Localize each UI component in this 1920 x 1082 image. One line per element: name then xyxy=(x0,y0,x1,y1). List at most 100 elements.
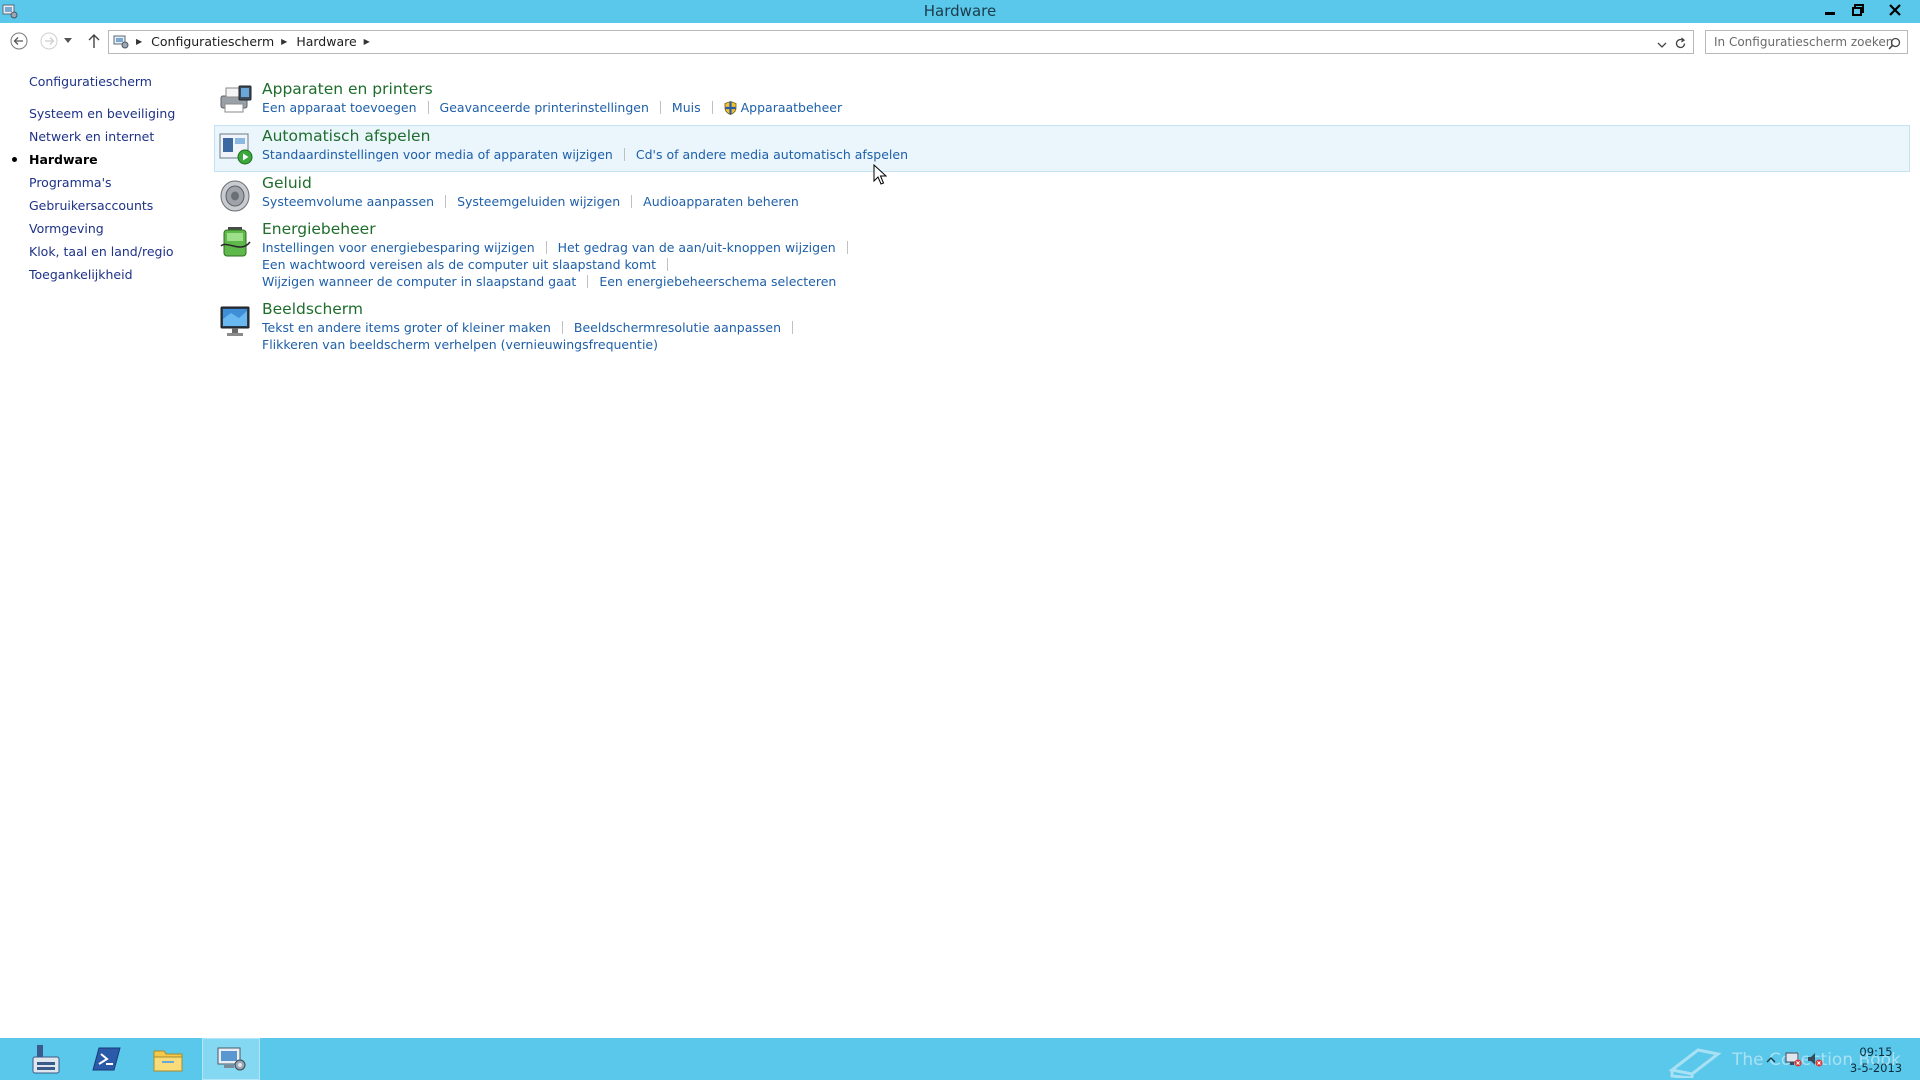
up-arrow-icon xyxy=(88,34,100,48)
category-links: Tekst en andere items groter of kleiner … xyxy=(262,320,804,335)
server-manager-icon xyxy=(32,1045,60,1074)
category-links: Flikkeren van beeldscherm verhelpen (ver… xyxy=(262,337,658,352)
link-manage-audio-devices[interactable]: Audioapparaten beheren xyxy=(643,194,799,209)
link-divider xyxy=(623,148,625,161)
autoplay-icon[interactable] xyxy=(217,130,255,166)
link-autoplay-cds[interactable]: Cd's of andere media automatisch afspele… xyxy=(636,147,908,162)
back-button[interactable] xyxy=(8,30,30,52)
search-icon[interactable] xyxy=(1888,35,1901,54)
up-button[interactable] xyxy=(83,30,105,52)
category-title-devices-printers[interactable]: Apparaten en printers xyxy=(262,80,433,98)
link-divider xyxy=(545,241,547,254)
title-bar[interactable]: Hardware xyxy=(0,0,1920,23)
category-links: Standaardinstellingen voor media of appa… xyxy=(262,147,908,162)
breadcrumb-separator-icon[interactable]: ▶ xyxy=(364,37,370,46)
monitor-icon[interactable] xyxy=(217,304,255,340)
category-links: Instellingen voor energiebesparing wijzi… xyxy=(262,240,859,255)
link-fix-screen-flicker[interactable]: Flikkeren van beeldscherm verhelpen (ver… xyxy=(262,337,658,352)
link-divider xyxy=(561,321,563,334)
sidebar-home-link[interactable]: Configuratiescherm xyxy=(29,74,152,89)
breadcrumb-item-control-panel[interactable]: Configuratiescherm xyxy=(151,34,274,49)
recent-pages-button[interactable] xyxy=(62,30,74,52)
link-adjust-system-volume[interactable]: Systeemvolume aanpassen xyxy=(262,194,434,209)
link-divider xyxy=(846,241,848,254)
link-divider xyxy=(427,101,429,114)
network-icon[interactable] xyxy=(1784,1051,1802,1067)
category-autoplay[interactable]: Automatisch afspelen Standaardinstelling… xyxy=(214,125,1910,172)
link-advanced-printer-settings[interactable]: Geavanceerde printerinstellingen xyxy=(440,100,649,115)
taskbar-server-manager[interactable] xyxy=(17,1038,75,1080)
address-history-button[interactable] xyxy=(1657,35,1667,54)
address-bar[interactable]: ▶ Configuratiescherm ▶ Hardware ▶ xyxy=(108,30,1694,54)
sidebar-item-appearance[interactable]: Vormgeving xyxy=(29,221,104,236)
forward-button[interactable] xyxy=(38,30,60,52)
category-devices-printers: Apparaten en printers Een apparaat toevo… xyxy=(214,78,1910,122)
taskbar-control-panel[interactable] xyxy=(202,1038,260,1080)
category-title-sound[interactable]: Geluid xyxy=(262,174,312,192)
link-divider xyxy=(631,195,633,208)
sidebar-item-clock-region[interactable]: Klok, taal en land/regio xyxy=(29,244,174,259)
volume-muted-icon[interactable] xyxy=(1806,1051,1824,1067)
category-links: Wijzigen wanneer de computer in slaapsta… xyxy=(262,274,836,289)
search-input[interactable]: In Configuratiescherm zoeken xyxy=(1714,35,1893,49)
link-power-saving-settings[interactable]: Instellingen voor energiebesparing wijzi… xyxy=(262,240,535,255)
sidebar-item-programs[interactable]: Programma's xyxy=(29,175,112,190)
category-title-display[interactable]: Beeldscherm xyxy=(262,300,363,318)
control-panel-icon xyxy=(217,1047,246,1071)
close-button[interactable] xyxy=(1880,0,1910,20)
watermark: The Collection Book xyxy=(1668,1044,1901,1082)
devices-printers-icon[interactable] xyxy=(217,82,255,118)
category-links: Een apparaat toevoegen Geavanceerde prin… xyxy=(262,100,842,115)
category-links: Een wachtwoord vereisen als de computer … xyxy=(262,257,679,272)
show-hidden-icons-icon[interactable] xyxy=(1766,1056,1776,1064)
category-links: Systeemvolume aanpassen Systeemgeluiden … xyxy=(262,194,799,209)
battery-icon[interactable] xyxy=(217,224,255,260)
sidebar-item-hardware[interactable]: Hardware xyxy=(29,152,98,167)
search-box[interactable]: In Configuratiescherm zoeken xyxy=(1705,30,1908,54)
link-divider xyxy=(587,275,589,288)
taskbar: The Collection Book 09:15 3-5-2013 xyxy=(0,1038,1920,1080)
sidebar-item-user-accounts[interactable]: Gebruikersaccounts xyxy=(29,198,153,213)
sidebar-item-system-security[interactable]: Systeem en beveiliging xyxy=(29,106,175,121)
link-divider xyxy=(659,101,661,114)
category-power-options: Energiebeheer Instellingen voor energieb… xyxy=(214,218,1910,296)
breadcrumb-separator-icon[interactable]: ▶ xyxy=(281,37,287,46)
link-change-sleep-time[interactable]: Wijzigen wanneer de computer in slaapsta… xyxy=(262,274,576,289)
clock-time: 09:15 xyxy=(1859,1045,1893,1059)
breadcrumb-separator-icon[interactable]: ▶ xyxy=(136,37,142,46)
sidebar-item-network-internet[interactable]: Netwerk en internet xyxy=(29,129,154,144)
speaker-icon[interactable] xyxy=(217,178,255,214)
taskbar-clock[interactable]: 09:15 3-5-2013 xyxy=(1848,1044,1904,1076)
control-panel-icon xyxy=(113,35,129,48)
taskbar-file-explorer[interactable] xyxy=(139,1038,197,1080)
mouse-cursor-icon xyxy=(873,164,887,185)
current-item-bullet xyxy=(12,157,17,162)
link-text-size[interactable]: Tekst en andere items groter of kleiner … xyxy=(262,320,551,335)
book-logo-icon xyxy=(1668,1048,1722,1080)
link-power-buttons-behavior[interactable]: Het gedrag van de aan/uit-knoppen wijzig… xyxy=(558,240,836,255)
forward-arrow-icon xyxy=(40,32,58,50)
link-choose-power-plan[interactable]: Een energiebeheerschema selecteren xyxy=(599,274,836,289)
restore-button[interactable] xyxy=(1845,0,1871,20)
taskbar-powershell[interactable] xyxy=(78,1038,136,1080)
link-add-device[interactable]: Een apparaat toevoegen xyxy=(262,100,417,115)
chevron-down-icon xyxy=(64,38,72,43)
category-display: Beeldscherm Tekst en andere items groter… xyxy=(214,298,1910,360)
link-default-media-settings[interactable]: Standaardinstellingen voor media of appa… xyxy=(262,147,613,162)
sidebar-item-accessibility[interactable]: Toegankelijkheid xyxy=(29,267,133,282)
link-screen-resolution[interactable]: Beeldschermresolutie aanpassen xyxy=(574,320,781,335)
refresh-button[interactable] xyxy=(1674,35,1687,54)
link-mouse[interactable]: Muis xyxy=(672,100,701,115)
breadcrumb-item-hardware[interactable]: Hardware xyxy=(296,34,356,49)
category-title-autoplay[interactable]: Automatisch afspelen xyxy=(262,127,430,145)
link-divider xyxy=(792,321,793,334)
category-title-power-options[interactable]: Energiebeheer xyxy=(262,220,376,238)
breadcrumb: ▶ Configuratiescherm ▶ Hardware ▶ xyxy=(113,34,379,49)
close-icon xyxy=(1889,4,1901,16)
link-device-manager[interactable]: Apparaatbeheer xyxy=(741,100,843,115)
link-change-system-sounds[interactable]: Systeemgeluiden wijzigen xyxy=(457,194,620,209)
link-divider xyxy=(667,258,669,271)
minimize-button[interactable] xyxy=(1817,0,1843,20)
refresh-icon xyxy=(1675,37,1686,49)
link-require-password-on-wake[interactable]: Een wachtwoord vereisen als de computer … xyxy=(262,257,656,272)
